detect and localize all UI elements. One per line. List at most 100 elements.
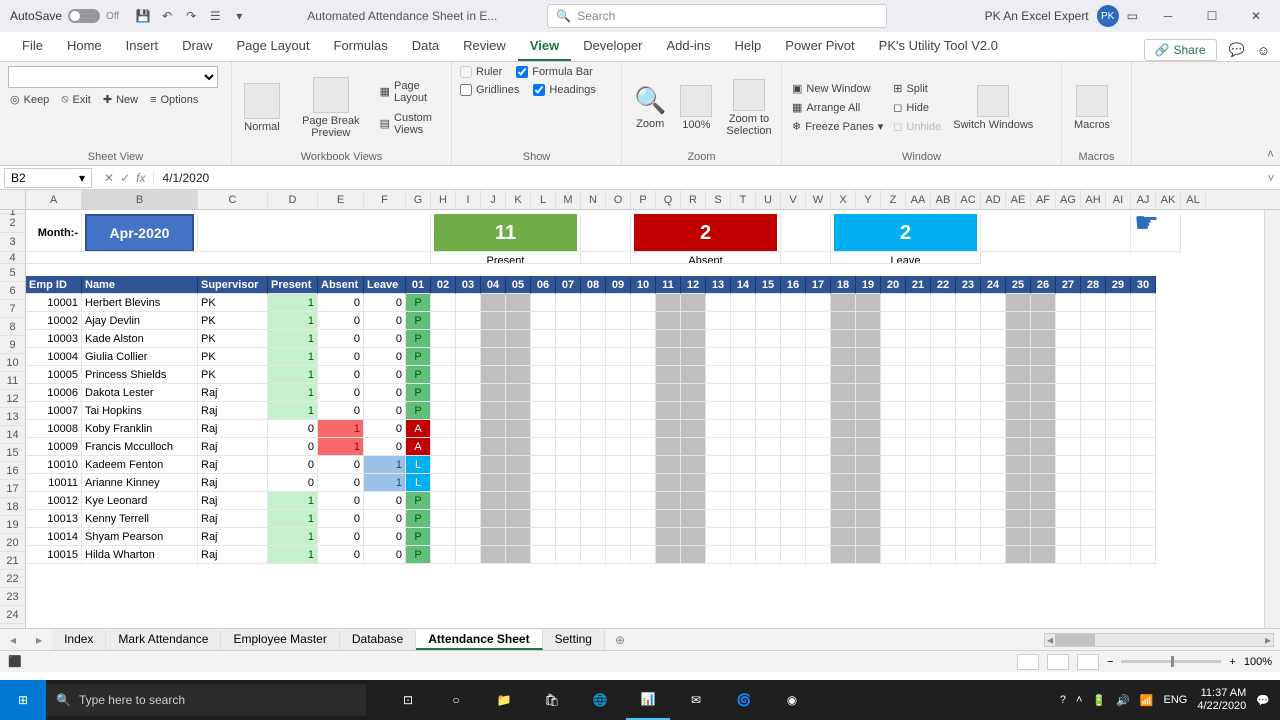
expand-formula-icon[interactable]: ˅ (1262, 171, 1280, 185)
row-header-3[interactable]: 3 (0, 233, 25, 252)
col-header-G[interactable]: G (406, 190, 431, 209)
normal-view-button[interactable]: Normal (240, 81, 284, 135)
page-layout-view-icon[interactable] (1047, 654, 1069, 670)
fx-icon[interactable]: fx (136, 171, 145, 185)
arrange-all-button[interactable]: ▦ Arrange All (790, 100, 885, 115)
sheet-tab-employee-master[interactable]: Employee Master (221, 630, 339, 650)
col-header-Z[interactable]: Z (881, 190, 906, 209)
camtasia-icon[interactable]: ◉ (770, 680, 814, 720)
col-header-S[interactable]: S (706, 190, 731, 209)
cancel-icon[interactable]: ✕ (104, 171, 114, 185)
row-header-18[interactable]: 18 (0, 498, 25, 516)
formula-input[interactable]: 4/1/2020 (154, 171, 1262, 185)
split-button[interactable]: ⊞ Split (891, 81, 943, 96)
zoom-100-button[interactable]: 100% (676, 83, 716, 133)
cell-area[interactable]: Month:-Apr-20201122☛PresentAbsentLeaveEm… (26, 210, 1264, 628)
col-header-N[interactable]: N (581, 190, 606, 209)
collapse-ribbon-icon[interactable]: ˄ (1267, 147, 1274, 161)
page-layout-button[interactable]: ▦ Page Layout (378, 79, 443, 105)
col-header-M[interactable]: M (556, 190, 581, 209)
normal-view-icon[interactable] (1017, 654, 1039, 670)
name-box[interactable]: B2▾ (4, 168, 92, 188)
col-header-AG[interactable]: AG (1056, 190, 1081, 209)
row-header-21[interactable]: 21 (0, 552, 25, 570)
start-button[interactable]: ⊞ (0, 680, 46, 720)
col-header-E[interactable]: E (318, 190, 364, 209)
share-button[interactable]: 🔗 Share (1144, 39, 1217, 61)
col-header-I[interactable]: I (456, 190, 481, 209)
row-header-8[interactable]: 8 (0, 318, 25, 336)
row-header-2[interactable]: 2 (0, 214, 25, 233)
minimize-button[interactable]: ─ (1148, 2, 1188, 30)
row-header-24[interactable]: 24 (0, 606, 25, 624)
col-header-R[interactable]: R (681, 190, 706, 209)
outlook-icon[interactable]: ✉ (674, 680, 718, 720)
col-header-W[interactable]: W (806, 190, 831, 209)
row-header-22[interactable]: 22 (0, 570, 25, 588)
ribbon-tab-pk-s-utility-tool-v2-0[interactable]: PK's Utility Tool V2.0 (867, 32, 1010, 61)
ribbon-tab-draw[interactable]: Draw (170, 32, 224, 61)
col-header-X[interactable]: X (831, 190, 856, 209)
ruler-check[interactable]: Ruler (460, 66, 502, 78)
user-area[interactable]: PK An Excel Expert PK ▭ (985, 5, 1138, 27)
col-header-AJ[interactable]: AJ (1131, 190, 1156, 209)
row-header-9[interactable]: 9 (0, 336, 25, 354)
scroll-thumb[interactable] (1055, 634, 1095, 646)
maximize-button[interactable]: ☐ (1192, 2, 1232, 30)
volume-icon[interactable]: 🔊 (1116, 694, 1130, 707)
col-header-AC[interactable]: AC (956, 190, 981, 209)
freeze-panes-button[interactable]: ❄ Freeze Panes ▾ (790, 119, 885, 134)
close-button[interactable]: ✕ (1236, 2, 1276, 30)
row-header-10[interactable]: 10 (0, 354, 25, 372)
col-header-Y[interactable]: Y (856, 190, 881, 209)
spreadsheet-grid[interactable]: ABCDEFGHIJKLMNOPQRSTUVWXYZAAABACADAEAFAG… (0, 190, 1280, 628)
zoom-out-button[interactable]: − (1107, 656, 1113, 668)
comments-icon[interactable]: 💬 (1229, 42, 1245, 58)
row-header-11[interactable]: 11 (0, 372, 25, 390)
row-header-4[interactable]: 4 (0, 252, 25, 264)
touch-mode-icon[interactable]: ☰ (207, 8, 223, 24)
hide-button[interactable]: ◻ Hide (891, 100, 943, 115)
month-cell[interactable]: Apr-2020 (85, 214, 194, 252)
ribbon-tab-data[interactable]: Data (400, 32, 451, 61)
col-header-AB[interactable]: AB (931, 190, 956, 209)
vertical-scrollbar[interactable] (1264, 210, 1280, 628)
col-header-H[interactable]: H (431, 190, 456, 209)
row-header-5[interactable]: 5 (0, 264, 25, 282)
sheet-tab-mark-attendance[interactable]: Mark Attendance (106, 630, 221, 650)
ribbon-tab-formulas[interactable]: Formulas (322, 32, 400, 61)
record-macro-icon[interactable]: ⬛ (8, 655, 22, 668)
ribbon-tab-developer[interactable]: Developer (571, 32, 654, 61)
macros-button[interactable]: Macros (1070, 83, 1114, 133)
save-icon[interactable]: 💾 (135, 8, 151, 24)
sheet-tab-index[interactable]: Index (52, 630, 106, 650)
explorer-icon[interactable]: 📁 (482, 680, 526, 720)
language-indicator[interactable]: ENG (1164, 694, 1188, 706)
row-header-20[interactable]: 20 (0, 534, 25, 552)
customize-qat-icon[interactable]: ▾ (231, 8, 247, 24)
row-headers[interactable]: 123456789101112131415161718192021222324 (0, 210, 26, 628)
zoom-in-button[interactable]: + (1229, 656, 1235, 668)
exit-button[interactable]: ⦸ Exit (59, 92, 93, 107)
search-box[interactable]: 🔍 Search (547, 4, 887, 28)
col-header-P[interactable]: P (631, 190, 656, 209)
row-header-7[interactable]: 7 (0, 300, 25, 318)
col-header-Q[interactable]: Q (656, 190, 681, 209)
redo-icon[interactable]: ↷ (183, 8, 199, 24)
select-all-corner[interactable] (0, 190, 26, 210)
col-header-U[interactable]: U (756, 190, 781, 209)
sheet-nav-prev[interactable]: ◂ (0, 633, 26, 647)
sheet-tab-database[interactable]: Database (340, 630, 416, 650)
col-header-AH[interactable]: AH (1081, 190, 1106, 209)
col-header-D[interactable]: D (268, 190, 318, 209)
ribbon-tab-page-layout[interactable]: Page Layout (225, 32, 322, 61)
taskbar-search[interactable]: 🔍 Type here to search (46, 684, 366, 716)
row-header-17[interactable]: 17 (0, 480, 25, 498)
chevron-up-icon[interactable]: ˄ (1076, 694, 1082, 706)
zoom-button[interactable]: 🔍Zoom (630, 83, 670, 132)
clock[interactable]: 11:37 AM 4/22/2020 (1197, 687, 1246, 713)
col-header-A[interactable]: A (26, 190, 82, 209)
ribbon-tab-home[interactable]: Home (55, 32, 114, 61)
scroll-left-icon[interactable]: ◂ (1047, 633, 1053, 647)
sheet-tab-attendance-sheet[interactable]: Attendance Sheet (416, 630, 542, 650)
